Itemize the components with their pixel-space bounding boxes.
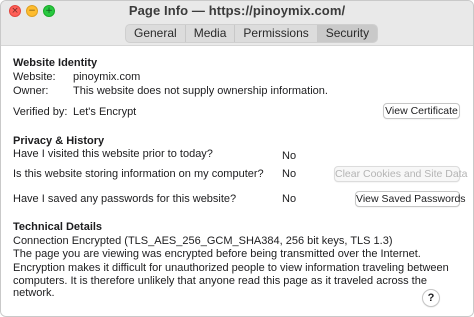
privacy-history-heading: Privacy & History xyxy=(13,135,105,147)
website-label: Website: xyxy=(13,71,56,83)
title-bar: × − + Page Info — https://pinoymix.com/ … xyxy=(1,1,473,46)
storing-question: Is this website storing information on m… xyxy=(13,168,264,180)
website-value: pinoymix.com xyxy=(73,71,141,83)
encryption-explanation-text: Encryption makes it difficult for unauth… xyxy=(13,262,449,299)
technical-details-heading: Technical Details xyxy=(13,221,103,233)
clear-cookies-button[interactable]: Clear Cookies and Site Data xyxy=(334,166,468,182)
tab-media[interactable]: Media xyxy=(186,25,236,42)
passwords-answer: No xyxy=(282,193,297,205)
visited-answer: No xyxy=(282,150,297,162)
owner-value: This website does not supply ownership i… xyxy=(73,85,328,97)
encrypted-transmission-text: The page you are viewing was encrypted b… xyxy=(13,248,421,260)
tab-general[interactable]: General xyxy=(126,25,186,42)
verified-by-value: Let's Encrypt xyxy=(73,106,137,118)
passwords-question: Have I saved any passwords for this webs… xyxy=(13,193,237,205)
view-saved-passwords-button[interactable]: View Saved Passwords xyxy=(355,191,466,207)
connection-encrypted-text: Connection Encrypted (TLS_AES_256_GCM_SH… xyxy=(13,235,393,247)
tab-security[interactable]: Security xyxy=(317,25,378,42)
view-certificate-button[interactable]: View Certificate xyxy=(383,103,460,119)
window-title: Page Info — https://pinoymix.com/ xyxy=(128,3,346,18)
security-panel: Website Identity Website: pinoymix.com O… xyxy=(1,46,473,316)
help-button[interactable]: ? xyxy=(422,289,440,307)
storing-answer: No xyxy=(282,168,297,180)
owner-label: Owner: xyxy=(13,85,49,97)
tab-permissions[interactable]: Permissions xyxy=(235,25,318,42)
page-info-window: × − + Page Info — https://pinoymix.com/ … xyxy=(0,0,474,317)
verified-by-label: Verified by: xyxy=(13,106,68,118)
website-identity-heading: Website Identity xyxy=(13,57,98,69)
tab-bar: General Media Permissions Security xyxy=(125,24,379,43)
visited-question: Have I visited this website prior to tod… xyxy=(13,148,213,160)
